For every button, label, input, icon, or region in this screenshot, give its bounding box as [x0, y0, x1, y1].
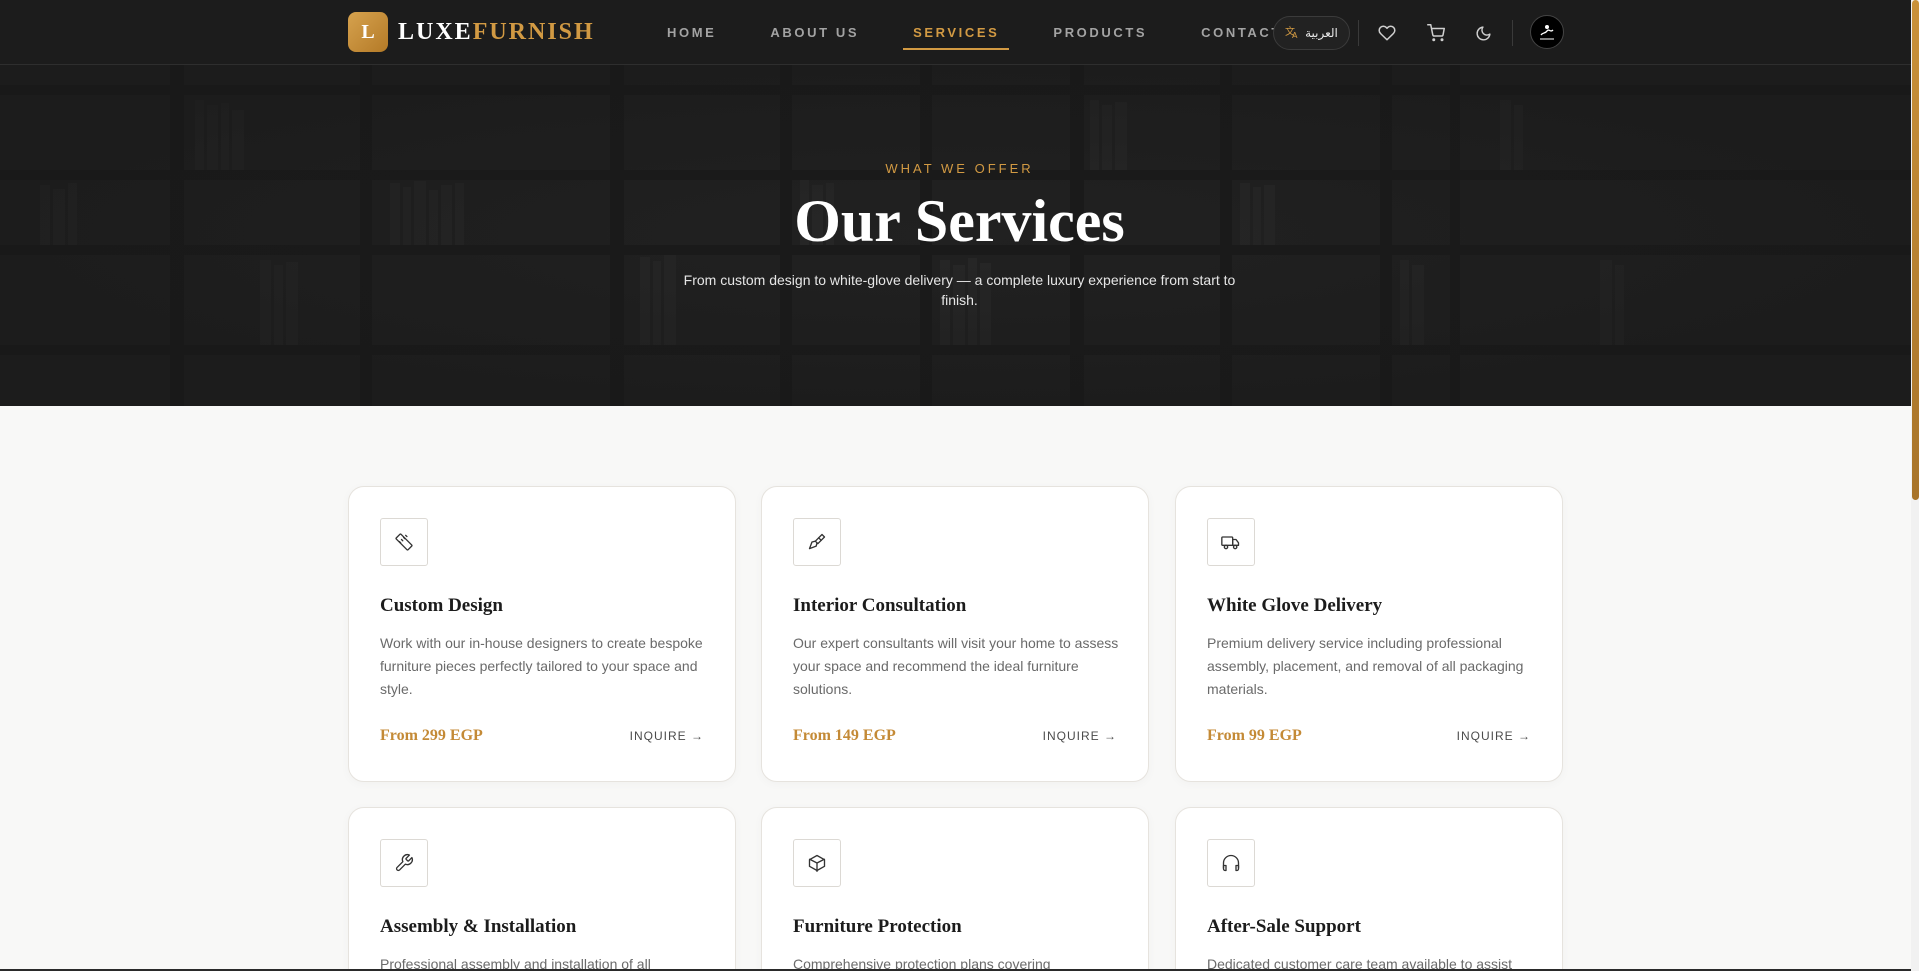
service-title: Custom Design	[380, 595, 503, 616]
nav-products[interactable]: PRODUCTS	[1043, 17, 1157, 48]
scrollbar-thumb[interactable]	[1912, 0, 1919, 500]
service-card-custom-design: Custom Design Work with our in-house des…	[348, 486, 736, 782]
brand-logo[interactable]: L LUXEFURNISH	[348, 12, 595, 52]
service-price: From 99 EGP	[1207, 727, 1302, 744]
service-price: From 149 EGP	[793, 727, 896, 744]
hero-eyebrow: WHAT WE OFFER	[885, 161, 1034, 176]
hero-subtitle: From custom design to white-glove delive…	[683, 272, 1236, 308]
paintbrush-icon	[793, 518, 841, 566]
service-price: From 299 EGP	[380, 727, 483, 744]
service-title: Assembly & Installation	[380, 916, 577, 937]
user-avatar[interactable]	[1530, 15, 1564, 49]
wrench-icon	[380, 839, 428, 887]
svg-text:A: A	[1292, 31, 1298, 39]
truck-icon	[1207, 518, 1255, 566]
inquire-link[interactable]: INQUIRE →	[630, 729, 704, 743]
translate-icon: 文A	[1285, 25, 1299, 42]
service-card-interior-consultation: Interior Consultation Our expert consult…	[761, 486, 1149, 782]
service-description: Our expert consultants will visit your h…	[793, 635, 1119, 697]
language-toggle-button[interactable]: 文A العربية	[1273, 16, 1350, 50]
service-card-furniture-protection: Furniture Protection Comprehensive prote…	[761, 807, 1149, 971]
page-title: Our Services	[794, 188, 1125, 254]
headphones-icon	[1207, 839, 1255, 887]
inquire-link[interactable]: INQUIRE →	[1457, 729, 1531, 743]
hero-content: WHAT WE OFFER Our Services From custom d…	[0, 65, 1919, 406]
nav-divider	[1512, 20, 1513, 46]
top-navbar: L LUXEFURNISH HOME ABOUT US SERVICES PRO…	[0, 0, 1919, 65]
language-label: العربية	[1305, 26, 1338, 40]
nav-home[interactable]: HOME	[657, 17, 726, 48]
box-icon	[793, 839, 841, 887]
nav-about-us[interactable]: ABOUT US	[760, 17, 869, 48]
service-title: White Glove Delivery	[1207, 595, 1383, 616]
inquire-link[interactable]: INQUIRE →	[1043, 729, 1117, 743]
hero-banner: WHAT WE OFFER Our Services From custom d…	[0, 65, 1919, 406]
main-nav: HOME ABOUT US SERVICES PRODUCTS CONTACT	[657, 0, 1326, 65]
brand-name-part1: LUXE	[398, 18, 473, 45]
service-card-after-sale-support: After-Sale Support Dedicated customer ca…	[1175, 807, 1563, 971]
brand-name: LUXEFURNISH	[398, 19, 595, 46]
service-description: Premium delivery service including profe…	[1207, 635, 1524, 697]
service-card-white-glove-delivery: White Glove Delivery Premium delivery se…	[1175, 486, 1563, 782]
page: L LUXEFURNISH HOME ABOUT US SERVICES PRO…	[0, 0, 1919, 971]
cart-icon[interactable]	[1423, 20, 1449, 46]
nav-services[interactable]: SERVICES	[903, 17, 1010, 50]
service-description: Work with our in-house designers to crea…	[380, 635, 703, 697]
ruler-icon	[380, 518, 428, 566]
service-title: Interior Consultation	[793, 595, 967, 616]
service-title: Furniture Protection	[793, 916, 962, 937]
heart-icon[interactable]	[1374, 20, 1400, 46]
service-title: After-Sale Support	[1207, 916, 1361, 937]
nav-divider	[1358, 20, 1359, 46]
logo-mark: L	[348, 12, 388, 52]
brand-name-part2: FURNISH	[472, 18, 595, 45]
moon-icon[interactable]	[1470, 20, 1496, 46]
service-card-assembly-installation: Assembly & Installation Professional ass…	[348, 807, 736, 971]
